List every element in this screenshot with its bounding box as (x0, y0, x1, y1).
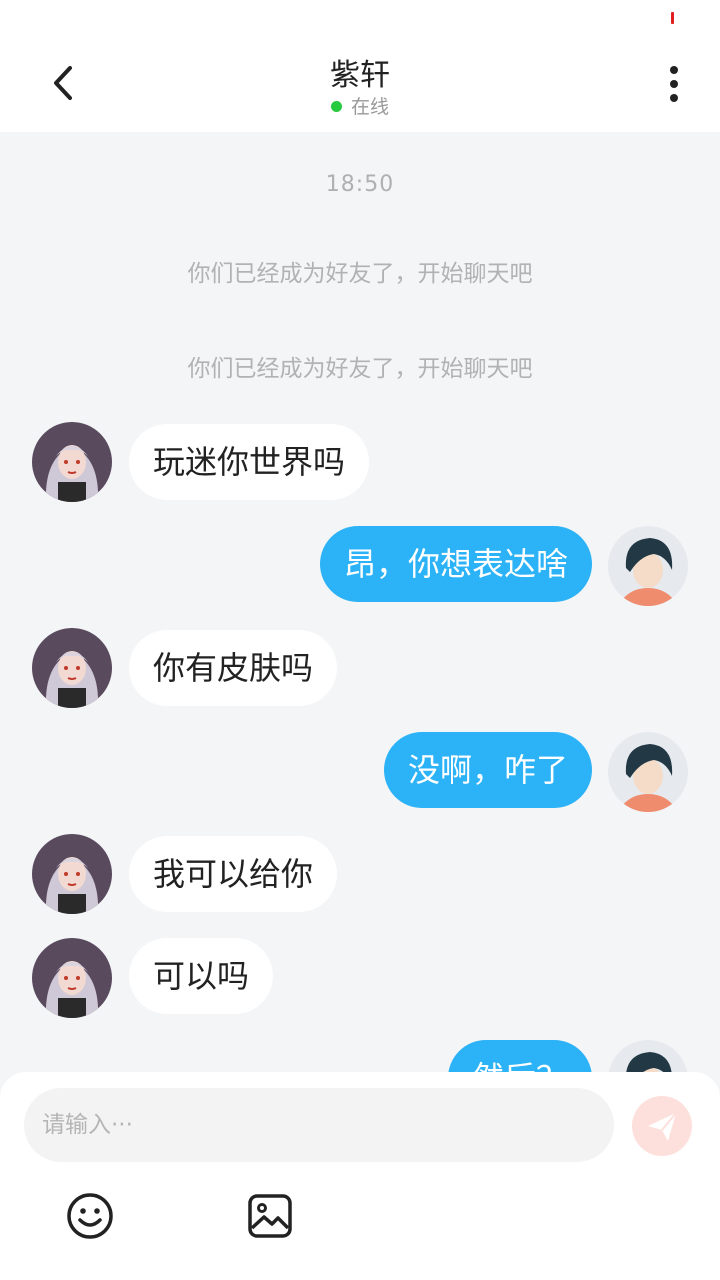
send-button[interactable] (632, 1096, 692, 1156)
message-input[interactable] (24, 1088, 614, 1162)
message-bubble-sent[interactable]: 没啊，咋了 (383, 732, 592, 808)
image-button[interactable] (244, 1190, 296, 1242)
send-icon (648, 1112, 677, 1141)
girl-avatar-icon (32, 422, 112, 502)
message-bubble-received[interactable]: 你有皮肤吗 (129, 630, 338, 706)
emoji-icon (67, 1193, 113, 1239)
image-icon (248, 1194, 292, 1238)
more-vertical-icon (654, 66, 694, 102)
composer-panel (0, 1072, 720, 1280)
girl-avatar-icon (32, 938, 112, 1018)
top-bar: 紫轩 在线 (0, 0, 720, 132)
contact-avatar[interactable] (32, 422, 112, 502)
emoji-button[interactable] (64, 1190, 116, 1242)
message-bubble-sent[interactable]: 然后？ (447, 1040, 592, 1072)
system-message: 你们已经成为好友了，开始聊天吧 (187, 356, 533, 382)
contact-status: 在线 (0, 92, 720, 119)
boy-avatar-icon (608, 1040, 688, 1072)
contact-avatar[interactable] (32, 938, 112, 1018)
message-list[interactable]: 18:50 你们已经成为好友了，开始聊天吧 你们已经成为好友了，开始聊天吧 玩迷… (0, 132, 720, 1072)
message-bubble-sent[interactable]: 昂，你想表达啥 (319, 526, 592, 602)
user-avatar[interactable] (608, 526, 688, 606)
more-button[interactable] (654, 60, 694, 108)
boy-avatar-icon (608, 526, 688, 606)
girl-avatar-icon (32, 834, 112, 914)
contact-name: 紫轩 (330, 58, 390, 93)
message-bubble-received[interactable]: 可以吗 (129, 938, 274, 1014)
contact-avatar[interactable] (32, 834, 112, 914)
contact-avatar[interactable] (32, 628, 112, 708)
status-text: 在线 (350, 96, 389, 118)
user-avatar[interactable] (608, 732, 688, 812)
girl-avatar-icon (32, 628, 112, 708)
timestamp: 18:50 (325, 172, 395, 197)
online-dot-icon (330, 101, 342, 112)
status-indicator (671, 12, 674, 24)
chat-screen: 紫轩 在线 18:50 你们已经成为好友了，开始聊天吧 你们已经成为好友了，开始… (0, 0, 720, 1280)
message-bubble-received[interactable]: 我可以给你 (129, 836, 338, 912)
message-bubble-received[interactable]: 玩迷你世界吗 (129, 424, 370, 500)
user-avatar[interactable] (608, 1040, 688, 1072)
system-message: 你们已经成为好友了，开始聊天吧 (187, 261, 533, 287)
boy-avatar-icon (608, 732, 688, 812)
